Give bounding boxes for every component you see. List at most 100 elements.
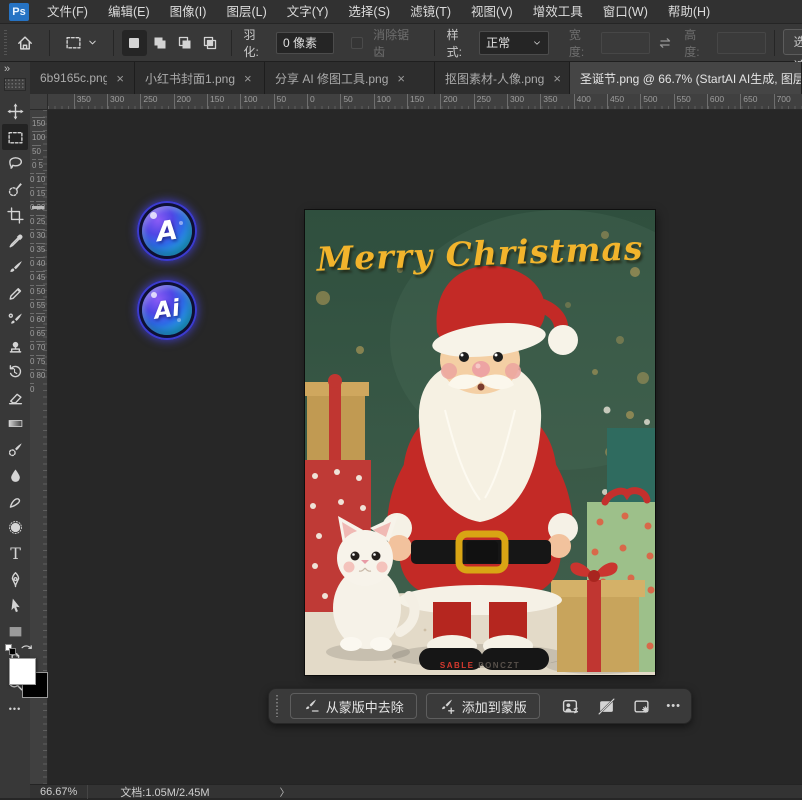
eyedropper-icon bbox=[7, 233, 24, 250]
document-canvas[interactable]: Merry Christmas SABLE PONCZT bbox=[305, 210, 655, 675]
brush-icon bbox=[7, 259, 24, 276]
pasteboard[interactable]: A Ai bbox=[48, 110, 802, 784]
status-options-chevron[interactable]: 〉 bbox=[280, 784, 290, 799]
intersect-selection-button[interactable] bbox=[197, 30, 222, 56]
ruler-label: 200 bbox=[174, 94, 207, 109]
feather-input[interactable] bbox=[276, 32, 334, 54]
pencil-tool[interactable] bbox=[2, 280, 28, 306]
ruler-label: 150 bbox=[32, 117, 45, 128]
select-and-mask-button[interactable]: 选择并遮住 bbox=[783, 29, 802, 55]
rectangle-tool[interactable] bbox=[2, 618, 28, 644]
marquee-preset-icon bbox=[65, 34, 82, 51]
rectangular-marquee-tool[interactable] bbox=[2, 124, 28, 150]
menu-item[interactable]: 视图(V) bbox=[461, 0, 523, 24]
mask-settings-button[interactable] bbox=[628, 694, 654, 718]
taskbar-drag-handle[interactable] bbox=[275, 695, 280, 717]
smudge-finger-icon bbox=[7, 493, 24, 510]
width-label: 宽度: bbox=[569, 26, 596, 60]
pencil-icon bbox=[7, 285, 24, 302]
horizontal-ruler[interactable]: 3503002502001501005005010015020025030035… bbox=[48, 94, 802, 110]
type-tool[interactable]: T bbox=[2, 540, 28, 566]
close-icon[interactable]: × bbox=[244, 71, 252, 86]
christmas-artwork bbox=[305, 210, 655, 675]
ruler-label: 100 bbox=[374, 94, 407, 109]
lasso-icon bbox=[7, 155, 24, 172]
gradient-tool[interactable] bbox=[2, 410, 28, 436]
tab-6b9165c[interactable]: 6b9165c.png × bbox=[30, 62, 135, 94]
menu-item[interactable]: 增效工具 bbox=[523, 0, 593, 24]
divider bbox=[231, 30, 232, 56]
toolbar-grip[interactable] bbox=[4, 78, 26, 91]
disable-mask-button[interactable] bbox=[593, 694, 619, 718]
menu-item[interactable]: 文件(F) bbox=[37, 0, 98, 24]
default-colors-button[interactable] bbox=[5, 644, 17, 656]
menu-item[interactable]: 帮助(H) bbox=[658, 0, 720, 24]
remove-from-mask-button[interactable]: 从蒙版中去除 bbox=[290, 693, 417, 719]
watermark-right: PONCZT bbox=[478, 661, 520, 670]
menu-item[interactable]: 图层(L) bbox=[216, 0, 276, 24]
startai-badge-ai[interactable]: Ai bbox=[137, 280, 197, 340]
menu-item[interactable]: 窗口(W) bbox=[593, 0, 658, 24]
chevron-down-icon bbox=[87, 37, 98, 48]
close-icon[interactable]: × bbox=[116, 71, 124, 86]
zoom-level-field[interactable]: 66.67% bbox=[30, 786, 87, 798]
menu-item[interactable]: 滤镜(T) bbox=[400, 0, 461, 24]
menu-bar: Ps 文件(F)编辑(E)图像(I)图层(L)文字(Y)选择(S)滤镜(T)视图… bbox=[0, 0, 802, 24]
add-to-selection-button[interactable] bbox=[147, 30, 172, 56]
subtract-selection-icon bbox=[177, 35, 193, 51]
tab-portrait[interactable]: 抠图素材-人像.png × bbox=[435, 62, 570, 94]
ruler-label: 700 bbox=[774, 94, 802, 109]
mixer-brush-tool[interactable] bbox=[2, 306, 28, 332]
divider bbox=[774, 30, 775, 56]
style-select[interactable]: 正常 bbox=[479, 31, 549, 55]
lasso-tool[interactable] bbox=[2, 150, 28, 176]
history-brush-tool[interactable] bbox=[2, 358, 28, 384]
close-icon[interactable]: × bbox=[397, 71, 405, 86]
add-to-mask-label: 添加到蒙版 bbox=[462, 697, 527, 716]
toolbar-collapse-button[interactable]: » bbox=[4, 63, 9, 75]
sponge-tool[interactable] bbox=[2, 514, 28, 540]
menu-item[interactable]: 编辑(E) bbox=[98, 0, 160, 24]
smart-brush-icon bbox=[7, 441, 24, 458]
quick-selection-tool[interactable] bbox=[2, 176, 28, 202]
tool-preset-button[interactable] bbox=[58, 29, 105, 57]
chevron-down-icon bbox=[532, 38, 542, 48]
brush-tool[interactable] bbox=[2, 254, 28, 280]
disable-mask-icon bbox=[598, 698, 615, 715]
new-selection-button[interactable] bbox=[122, 30, 147, 56]
move-icon bbox=[7, 103, 24, 120]
ruler-corner[interactable] bbox=[30, 94, 48, 110]
sponge-icon bbox=[7, 519, 24, 536]
swap-colors-icon[interactable] bbox=[20, 642, 34, 656]
menu-item[interactable]: 图像(I) bbox=[160, 0, 217, 24]
path-selection-tool[interactable] bbox=[2, 592, 28, 618]
startai-badge-a[interactable]: A bbox=[137, 201, 197, 261]
blur-tool[interactable] bbox=[2, 462, 28, 488]
smudge-tool[interactable] bbox=[2, 488, 28, 514]
move-tool[interactable] bbox=[2, 98, 28, 124]
tab-aitools[interactable]: 分享 AI 修图工具.png × bbox=[265, 62, 435, 94]
smart-brush-tool[interactable] bbox=[2, 436, 28, 462]
tab-xiaohongshu[interactable]: 小红书封面1.png × bbox=[135, 62, 265, 94]
ruler-label: 100 bbox=[32, 131, 45, 142]
eyedropper-tool[interactable] bbox=[2, 228, 28, 254]
mask-settings-icon bbox=[633, 698, 650, 715]
more-tools-button[interactable]: ••• bbox=[2, 696, 28, 722]
pen-tool[interactable] bbox=[2, 566, 28, 592]
menu-item[interactable]: 文字(Y) bbox=[277, 0, 339, 24]
subtract-from-selection-button[interactable] bbox=[172, 30, 197, 56]
options-bar-grip[interactable] bbox=[2, 30, 9, 56]
eraser-tool[interactable] bbox=[2, 384, 28, 410]
refine-subject-button[interactable] bbox=[558, 694, 584, 718]
crop-tool[interactable] bbox=[2, 202, 28, 228]
home-button[interactable] bbox=[9, 29, 41, 57]
foreground-color-swatch[interactable] bbox=[9, 658, 36, 685]
antialias-checkbox[interactable] bbox=[351, 37, 363, 49]
close-icon[interactable]: × bbox=[553, 71, 561, 86]
add-to-mask-button[interactable]: 添加到蒙版 bbox=[426, 693, 540, 719]
tab-christmas-active[interactable]: 圣诞节.png @ 66.7% (StartAI AI生成, 图层 bbox=[570, 62, 802, 94]
taskbar-more-button[interactable]: ••• bbox=[666, 700, 681, 712]
menu-item[interactable]: 选择(S) bbox=[338, 0, 400, 24]
new-selection-icon bbox=[126, 35, 142, 51]
clone-stamp-tool[interactable] bbox=[2, 332, 28, 358]
